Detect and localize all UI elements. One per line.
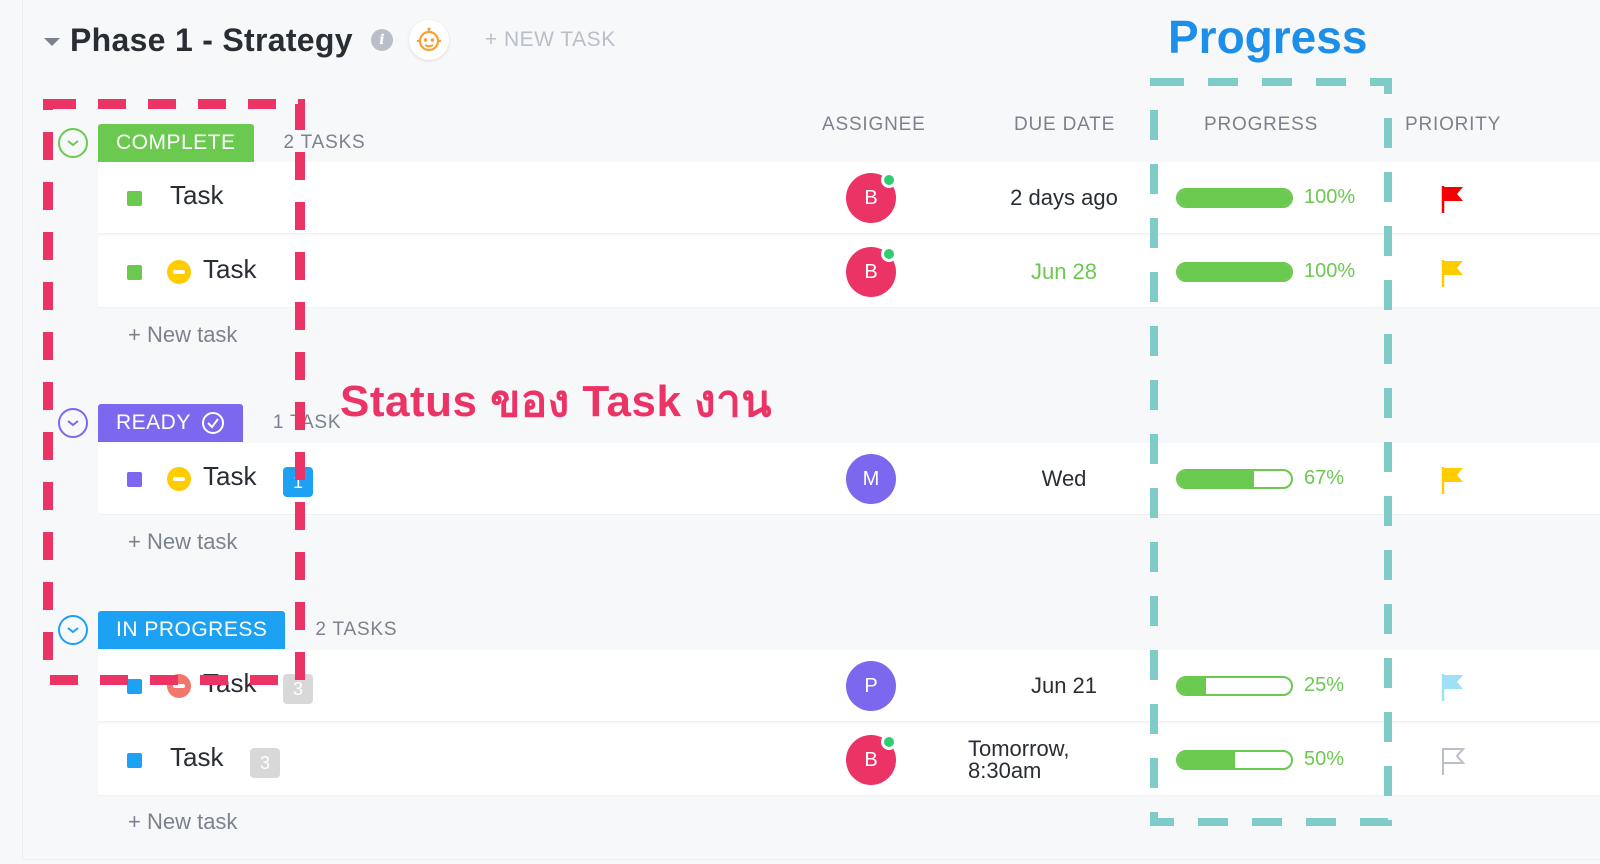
- annotation-overlay: [43, 78, 1392, 826]
- status-highlight-box: [43, 99, 305, 685]
- status-annotation-label: Status ของ Task งาน: [340, 377, 772, 426]
- progress-annotation-label: Progress: [1168, 11, 1368, 63]
- progress-highlight-box: [1150, 78, 1392, 826]
